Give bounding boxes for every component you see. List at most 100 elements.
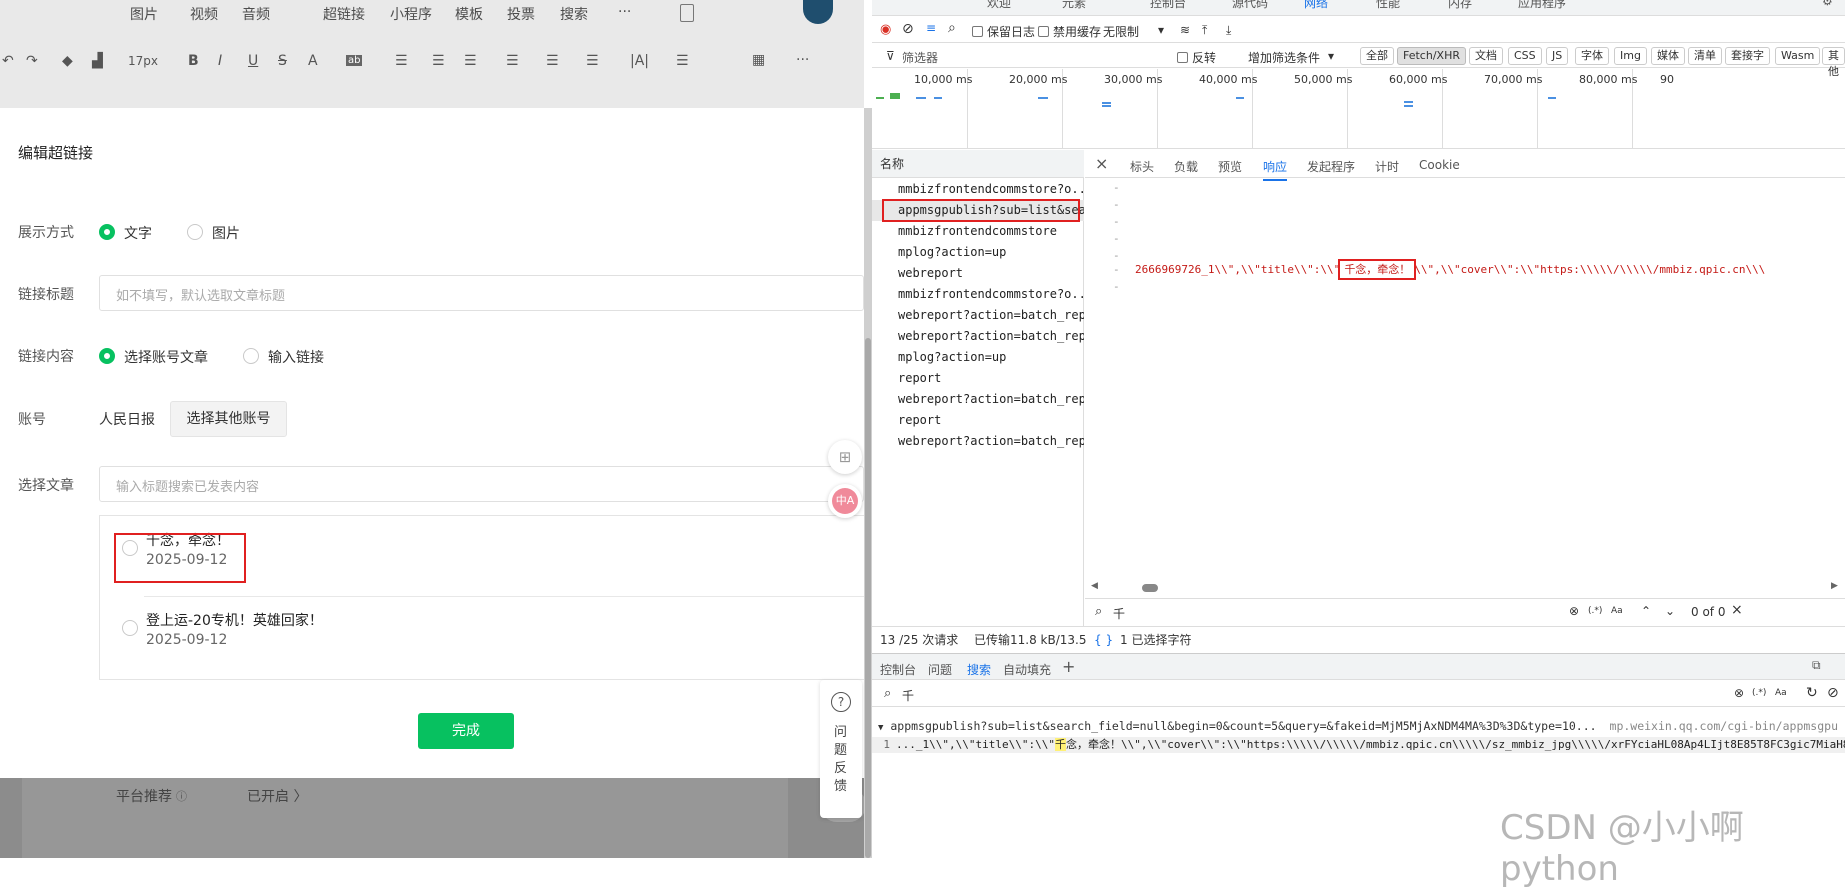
scroll-thumb[interactable] bbox=[1142, 584, 1158, 592]
braces-icon[interactable]: { } bbox=[1094, 627, 1113, 653]
menu-more[interactable]: ··· bbox=[618, 4, 631, 20]
tab-sources[interactable]: 源代码 bbox=[1232, 0, 1268, 11]
table-row[interactable]: report bbox=[872, 410, 1084, 431]
filter-toggle-icon[interactable]: ≡ bbox=[926, 21, 936, 35]
clear-format-icon[interactable]: ▟ bbox=[92, 53, 103, 69]
platform-recommend-status[interactable]: 已开启 〉 bbox=[247, 786, 307, 806]
table-row[interactable]: webreport?action=batch_rep... bbox=[872, 431, 1084, 452]
bold-icon[interactable]: B bbox=[188, 53, 199, 69]
settings-icon[interactable]: ⚙ bbox=[1822, 0, 1833, 8]
page-scrollbar[interactable] bbox=[864, 108, 872, 858]
clear-results-icon[interactable]: ⊘ bbox=[1827, 685, 1839, 701]
table-row[interactable]: report bbox=[872, 368, 1084, 389]
link-title-input[interactable]: 如不填写，默认选取文章标题 bbox=[99, 275, 864, 311]
select-account-article-label[interactable]: 选择账号文章 bbox=[124, 347, 208, 367]
done-button[interactable]: 完成 bbox=[418, 713, 514, 749]
drawer-tab-console[interactable]: 控制台 bbox=[880, 661, 916, 678]
clear-search-icon[interactable]: ⊗ bbox=[1734, 686, 1744, 700]
throttle-select[interactable]: 无限制 bbox=[1103, 23, 1139, 40]
font-size-select[interactable]: 17px bbox=[128, 54, 158, 68]
global-search-input[interactable]: 千 bbox=[902, 687, 914, 704]
filter-input[interactable]: 筛选器 bbox=[902, 49, 938, 66]
type-manifest[interactable]: 清单 bbox=[1688, 47, 1722, 65]
network-conditions-icon[interactable]: ≋ bbox=[1180, 23, 1190, 37]
response-viewer[interactable]: - - - - - - - 2666969726_1\\",\\"title\\… bbox=[1085, 179, 1845, 579]
background-color-icon[interactable]: ab bbox=[346, 55, 363, 66]
tab-initiator[interactable]: 发起程序 bbox=[1307, 158, 1355, 175]
more-icon[interactable]: ··· bbox=[796, 52, 809, 68]
clear-search-icon[interactable]: ⊗ bbox=[1569, 604, 1579, 618]
table-row[interactable]: mplog?action=up bbox=[872, 242, 1084, 263]
strikethrough-icon[interactable]: S bbox=[278, 53, 287, 69]
apps-icon[interactable]: ⊞ bbox=[828, 440, 862, 474]
type-media[interactable]: 媒体 bbox=[1651, 47, 1685, 65]
input-link-radio[interactable] bbox=[243, 348, 259, 364]
tab-preview[interactable]: 预览 bbox=[1218, 158, 1242, 175]
tab-headers[interactable]: 标头 bbox=[1130, 158, 1154, 175]
italic-icon[interactable]: I bbox=[218, 53, 222, 69]
input-link-label[interactable]: 输入链接 bbox=[268, 347, 324, 367]
horizontal-scrollbar[interactable]: ◀ ▶ bbox=[1085, 580, 1845, 596]
table-row[interactable]: mmbizfrontendcommstore?o... bbox=[872, 284, 1084, 305]
align-icon[interactable]: ☰ bbox=[395, 53, 408, 69]
indent-icon[interactable]: ☰ bbox=[432, 53, 445, 69]
type-fetch-xhr[interactable]: Fetch/XHR bbox=[1397, 47, 1466, 65]
invert-checkbox[interactable]: 反转 bbox=[1177, 49, 1216, 66]
feedback-widget[interactable]: ? 问题反馈 bbox=[820, 680, 862, 818]
response-search-input[interactable]: 千 bbox=[1113, 605, 1125, 622]
previous-match-icon[interactable]: ⌃ bbox=[1641, 604, 1651, 618]
letter-spacing-icon[interactable]: |A| bbox=[630, 53, 649, 69]
table-row[interactable]: mmbizfrontendcommstore bbox=[872, 221, 1084, 242]
dock-icon[interactable]: ⧉ bbox=[1812, 658, 1821, 673]
display-mode-image-label[interactable]: 图片 bbox=[212, 223, 240, 243]
menu-miniprogram[interactable]: 小程序 bbox=[390, 4, 432, 24]
format-painter-icon[interactable]: ◆ bbox=[62, 53, 73, 69]
list-item[interactable]: 登上运-20专机！英雄回家！ 2025-09-12 bbox=[100, 596, 864, 666]
regex-icon[interactable]: (.*) bbox=[1588, 606, 1602, 616]
display-mode-image-radio[interactable] bbox=[187, 224, 203, 240]
table-row[interactable]: mmbizfrontendcommstore?o... bbox=[872, 179, 1084, 200]
type-all[interactable]: 全部 bbox=[1360, 47, 1394, 65]
search-icon[interactable]: ⌕ bbox=[948, 20, 956, 36]
close-icon[interactable]: × bbox=[1095, 154, 1108, 173]
export-icon[interactable]: ⤓ bbox=[1226, 23, 1231, 38]
refresh-icon[interactable]: ↻ bbox=[1806, 685, 1818, 701]
search-result-file[interactable]: ▼ appmsgpublish?sub=list&search_field=nu… bbox=[872, 716, 1845, 736]
article-radio[interactable] bbox=[122, 620, 138, 636]
type-wasm[interactable]: Wasm bbox=[1775, 47, 1821, 65]
preserve-log-checkbox[interactable]: 保留日志 bbox=[972, 23, 1035, 40]
display-mode-text-label[interactable]: 文字 bbox=[124, 223, 152, 243]
type-font[interactable]: 字体 bbox=[1575, 47, 1609, 65]
type-socket[interactable]: 套接字 bbox=[1725, 47, 1770, 65]
table-row[interactable]: webreport?action=batch_rep... bbox=[872, 326, 1084, 347]
tab-timing[interactable]: 计时 bbox=[1375, 158, 1399, 175]
table-row[interactable]: webreport?action=batch_rep... bbox=[872, 305, 1084, 326]
paragraph-icon[interactable]: ☰ bbox=[464, 53, 477, 69]
type-other[interactable]: 其他 bbox=[1822, 47, 1845, 78]
tab-payload[interactable]: 负载 bbox=[1174, 158, 1198, 175]
tab-response[interactable]: 响应 bbox=[1263, 158, 1288, 181]
type-css[interactable]: CSS bbox=[1508, 47, 1542, 65]
tab-welcome[interactable]: 欢迎 bbox=[987, 0, 1011, 11]
tab-cookie[interactable]: Cookie bbox=[1419, 158, 1460, 172]
tab-console[interactable]: 控制台 bbox=[1150, 0, 1186, 11]
chevron-down-icon[interactable]: ▾ bbox=[1328, 49, 1334, 63]
type-doc[interactable]: 文档 bbox=[1469, 47, 1503, 65]
undo-icon[interactable]: ↶ bbox=[2, 53, 14, 69]
match-case-icon[interactable]: Aa bbox=[1611, 606, 1623, 616]
tab-performance[interactable]: 性能 bbox=[1376, 0, 1400, 11]
search-result-line[interactable]: 1 ..._1\\",\\"title\\":\\"千念，牵念！\\",\\"co… bbox=[872, 737, 1845, 753]
more-format-icon[interactable]: ☰ bbox=[676, 53, 689, 69]
menu-template[interactable]: 模板 bbox=[455, 4, 483, 24]
chevron-down-icon[interactable]: ▾ bbox=[1158, 23, 1164, 37]
next-match-icon[interactable]: ⌄ bbox=[1665, 604, 1675, 618]
drawer-tab-issues[interactable]: 问题 bbox=[928, 661, 952, 678]
import-icon[interactable]: ⤒ bbox=[1202, 23, 1207, 38]
menu-hyperlink[interactable]: 超链接 bbox=[323, 4, 365, 24]
select-other-account-button[interactable]: 选择其他账号 bbox=[170, 401, 287, 437]
scroll-left-icon[interactable]: ◀ bbox=[1091, 581, 1098, 591]
drawer-tab-search[interactable]: 搜索 bbox=[967, 661, 991, 678]
menu-search[interactable]: 搜索 bbox=[560, 4, 588, 24]
line-height-icon[interactable]: ☰ bbox=[506, 53, 519, 69]
article-search-input[interactable]: 输入标题搜索已发表内容 bbox=[99, 466, 864, 502]
